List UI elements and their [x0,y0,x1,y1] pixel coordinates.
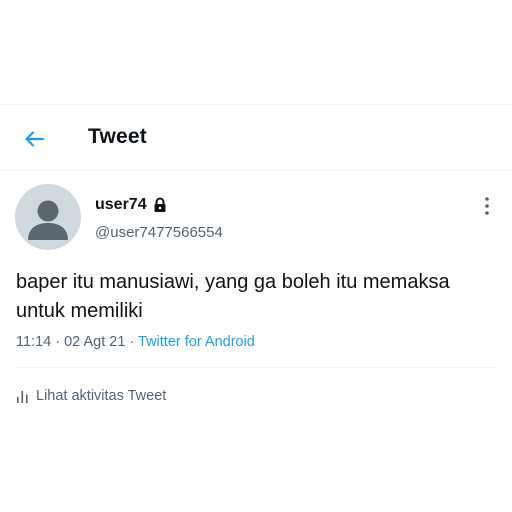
arrow-left-icon [25,131,45,147]
lock-icon [153,197,167,213]
tweet-date[interactable]: 02 Agt 21 [64,334,125,350]
tweet-source-link[interactable]: Twitter for Android [138,334,255,350]
author-handle[interactable]: @user7477566554 [95,224,223,241]
header-divider [0,170,512,171]
meta-separator: · [51,334,65,350]
tweet-detail-screen: Tweet user74 @user7477566554 baper itu m… [0,0,512,512]
meta-separator: · [125,334,139,350]
tweet-time[interactable]: 11:14 [16,334,51,350]
more-vertical-icon [485,197,489,215]
display-name[interactable]: user74 [95,196,147,214]
avatar[interactable] [15,184,81,250]
content-divider [16,367,498,368]
page-title: Tweet [88,125,147,148]
view-activity-button[interactable]: Lihat aktivitas Tweet [16,386,166,406]
more-options-button[interactable] [479,193,495,219]
view-activity-label: Lihat aktivitas Tweet [36,388,167,404]
bar-chart-icon [16,390,29,403]
tweet-text: baper itu manusiawi, yang ga boleh itu m… [16,271,450,322]
tweet-meta: 11:14 · 02 Agt 21 · Twitter for Android [16,334,255,350]
default-avatar-icon [28,200,68,240]
author-name-row: user74 [95,195,167,215]
back-button[interactable] [18,123,50,155]
header: Tweet [0,105,512,169]
